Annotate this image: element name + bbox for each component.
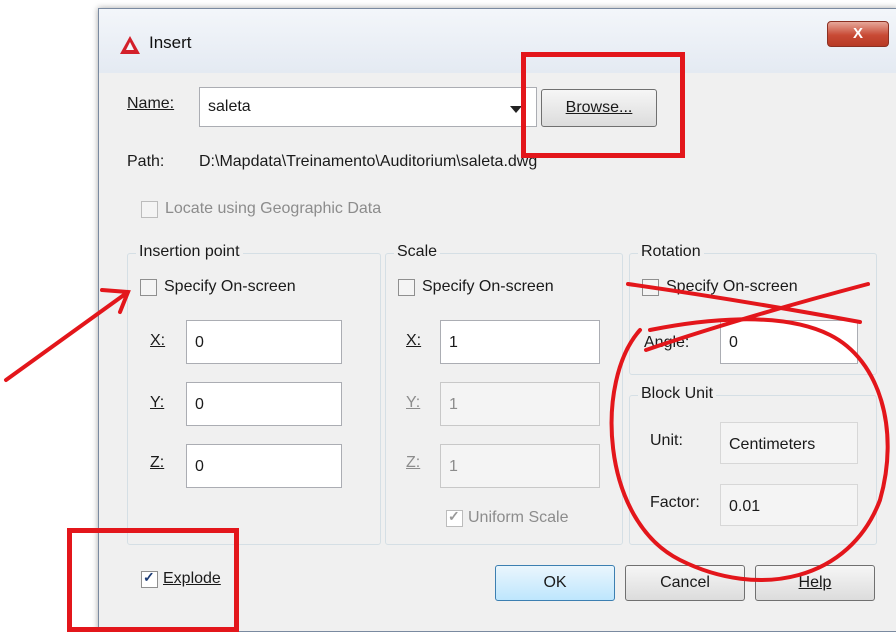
arrow-icon: [4, 288, 131, 382]
annotation-overlay: [4, 282, 890, 582]
circle-mark-icon: [609, 317, 890, 582]
cross-mark-icon: [626, 282, 870, 352]
